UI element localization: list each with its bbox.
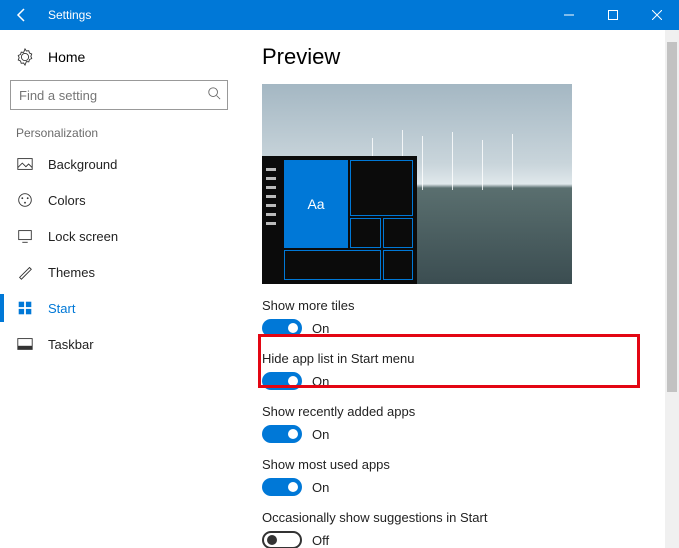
toggle-suggestions[interactable] — [262, 531, 302, 548]
toggle-state: Off — [312, 533, 329, 548]
sidebar-item-taskbar[interactable]: Taskbar — [10, 326, 238, 362]
toggle-recently-added[interactable] — [262, 425, 302, 443]
toggle-state: On — [312, 374, 329, 389]
sidebar-home[interactable]: Home — [10, 40, 238, 76]
sidebar-item-label: Themes — [48, 265, 95, 280]
window-controls — [547, 0, 679, 30]
setting-label: Show most used apps — [262, 457, 679, 472]
start-menu-preview: Aa — [262, 156, 417, 284]
toggle-state: On — [312, 480, 329, 495]
sidebar-item-themes[interactable]: Themes — [10, 254, 238, 290]
preview-tile-sample: Aa — [284, 160, 348, 248]
brush-icon — [16, 263, 34, 281]
sidebar-item-label: Colors — [48, 193, 86, 208]
toggle-state: On — [312, 321, 329, 336]
close-icon — [652, 10, 662, 20]
toggle-hide-app-list[interactable] — [262, 372, 302, 390]
sidebar-home-label: Home — [48, 49, 85, 65]
start-icon — [16, 299, 34, 317]
close-button[interactable] — [635, 0, 679, 30]
setting-hide-app-list: Hide app list in Start menu On — [262, 351, 679, 390]
maximize-icon — [608, 10, 618, 20]
page-heading: Preview — [262, 44, 679, 70]
monitor-icon — [16, 227, 34, 245]
setting-recently-added: Show recently added apps On — [262, 404, 679, 443]
setting-suggestions: Occasionally show suggestions in Start O… — [262, 510, 679, 548]
toggle-show-more-tiles[interactable] — [262, 319, 302, 337]
search-field[interactable] — [10, 80, 228, 110]
sidebar-item-label: Lock screen — [48, 229, 118, 244]
sidebar-item-lockscreen[interactable]: Lock screen — [10, 218, 238, 254]
sidebar-item-background[interactable]: Background — [10, 146, 238, 182]
gear-icon — [16, 48, 34, 66]
scrollbar-track[interactable] — [665, 30, 679, 548]
sidebar-item-label: Background — [48, 157, 117, 172]
main-content: Preview Aa — [238, 30, 679, 548]
setting-label: Hide app list in Start menu — [262, 351, 679, 366]
taskbar-icon — [16, 335, 34, 353]
minimize-icon — [564, 10, 574, 20]
titlebar: Settings — [0, 0, 679, 30]
setting-label: Show more tiles — [262, 298, 679, 313]
sidebar-item-label: Start — [48, 301, 75, 316]
sidebar-item-start[interactable]: Start — [10, 290, 238, 326]
palette-icon — [16, 191, 34, 209]
scrollbar-thumb[interactable] — [667, 42, 677, 392]
setting-label: Occasionally show suggestions in Start — [262, 510, 679, 525]
maximize-button[interactable] — [591, 0, 635, 30]
search-icon — [207, 86, 221, 105]
back-button[interactable] — [0, 0, 44, 30]
sidebar-section-label: Personalization — [16, 126, 238, 140]
sidebar-item-colors[interactable]: Colors — [10, 182, 238, 218]
setting-show-more-tiles: Show more tiles On — [262, 298, 679, 337]
setting-label: Show recently added apps — [262, 404, 679, 419]
minimize-button[interactable] — [547, 0, 591, 30]
sidebar: Home Personalization Background Colors L… — [0, 30, 238, 548]
setting-most-used: Show most used apps On — [262, 457, 679, 496]
toggle-state: On — [312, 427, 329, 442]
sidebar-item-label: Taskbar — [48, 337, 94, 352]
search-input[interactable] — [19, 88, 207, 103]
arrow-left-icon — [14, 7, 30, 23]
desktop-preview: Aa — [262, 84, 572, 284]
picture-icon — [16, 155, 34, 173]
toggle-most-used[interactable] — [262, 478, 302, 496]
app-title: Settings — [48, 8, 547, 22]
